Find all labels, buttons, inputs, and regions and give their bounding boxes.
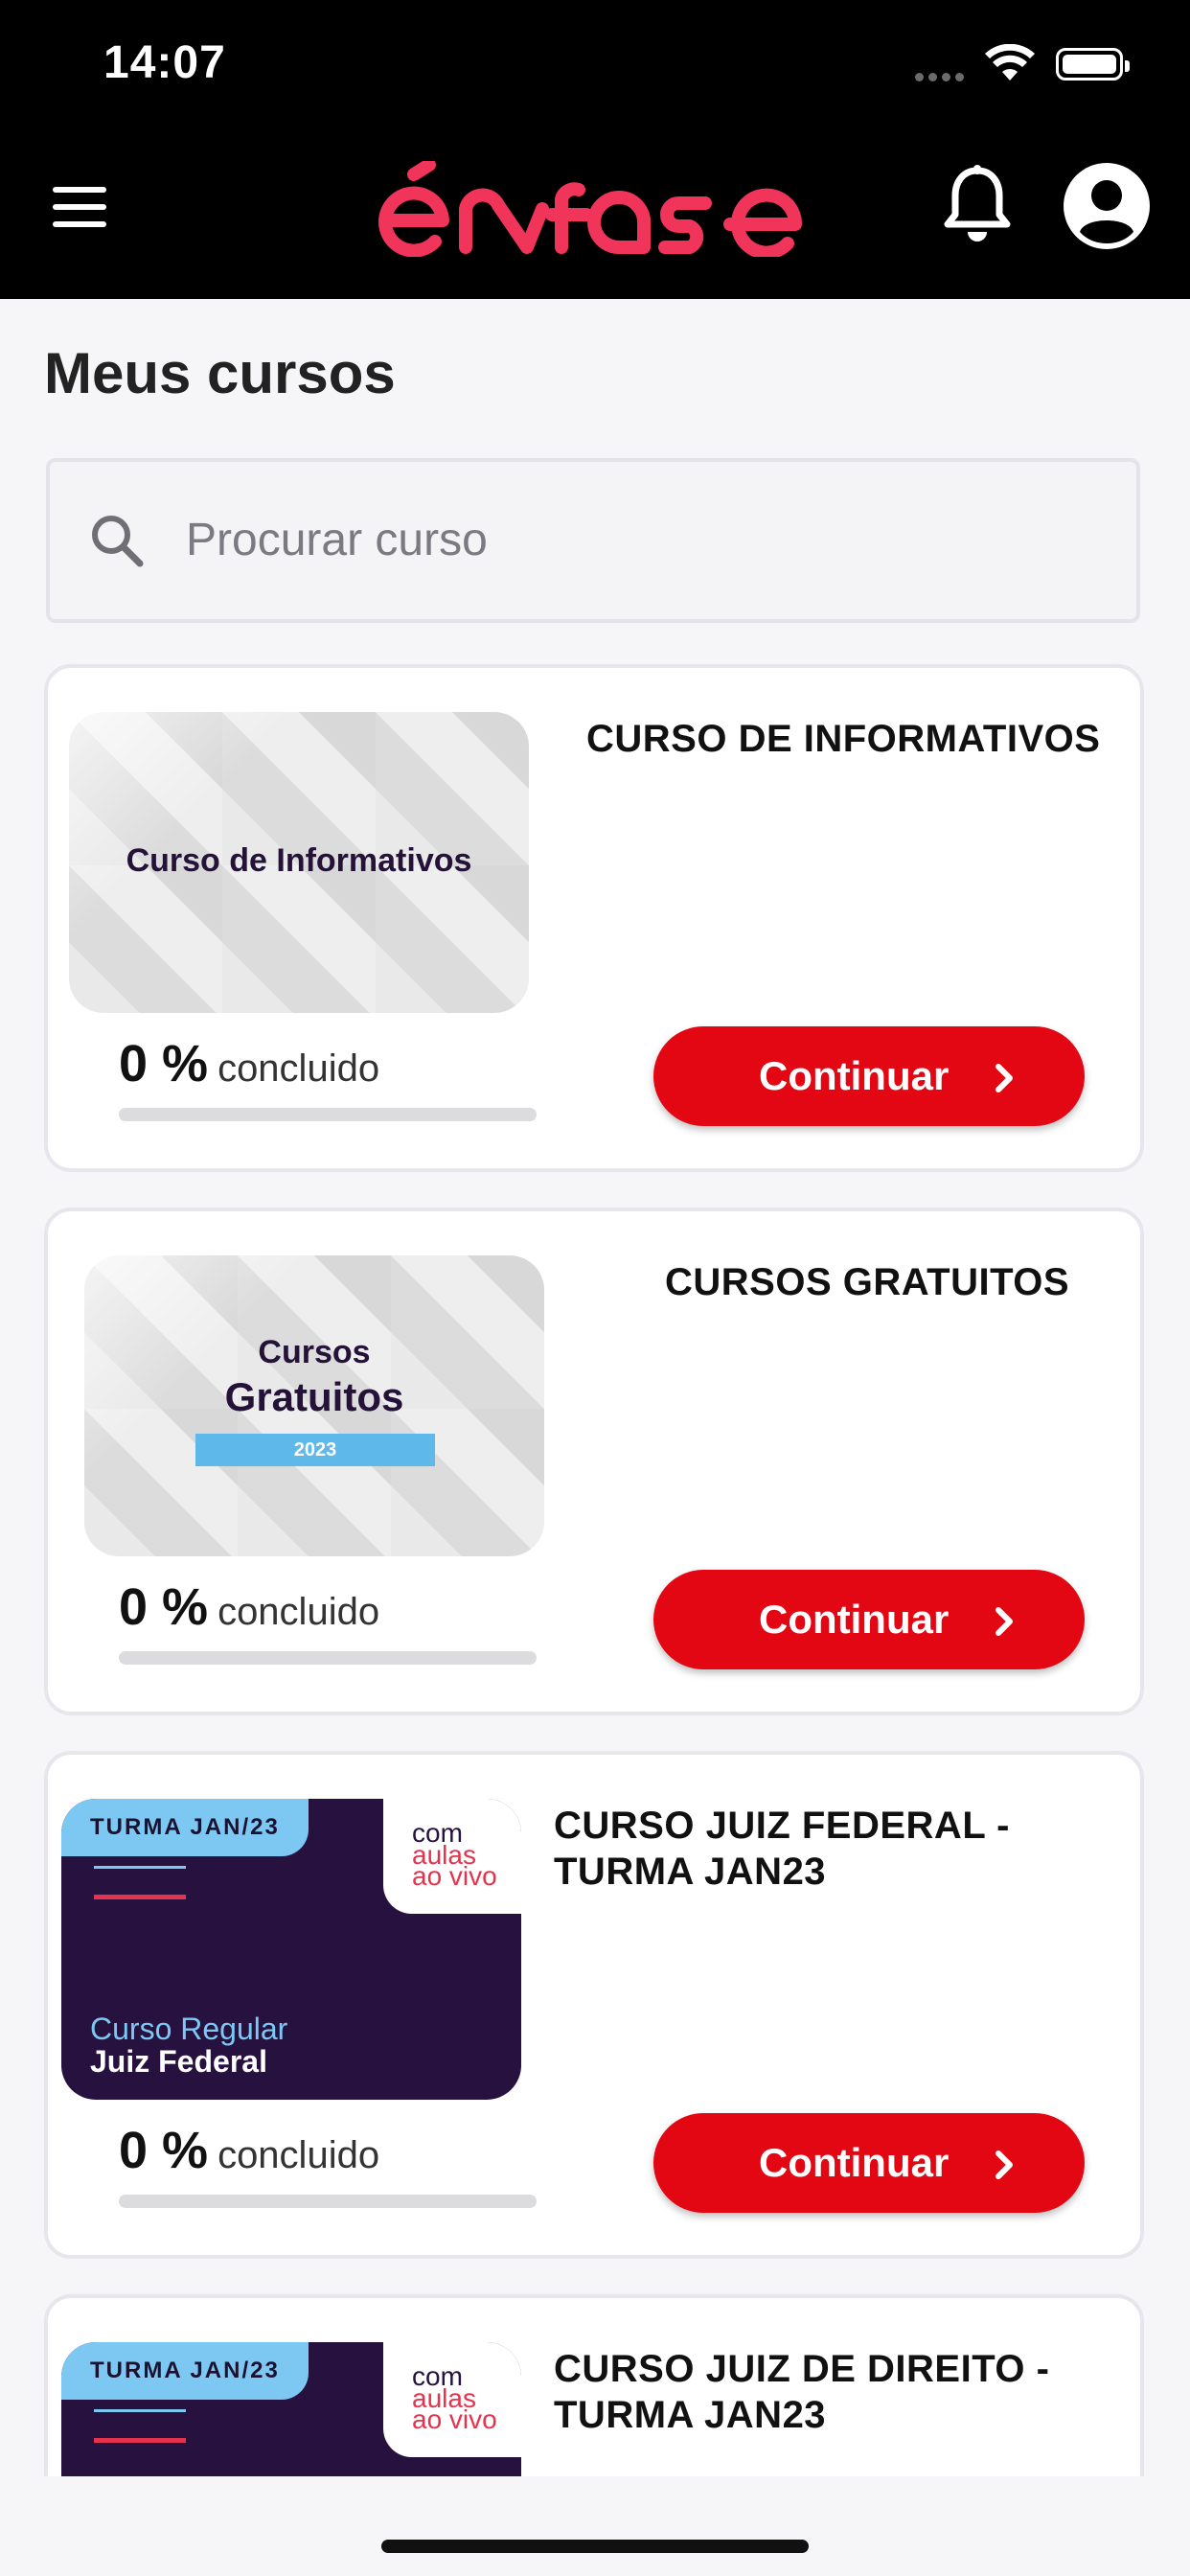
course-title: CURSOS GRATUITOS xyxy=(665,1261,1070,1303)
course-title-line: CURSO JUIZ DE DIREITO - xyxy=(554,2348,1050,2390)
thumbnail-divider xyxy=(94,1895,186,1899)
progress-label: concluido xyxy=(217,1047,380,1090)
progress-bar xyxy=(119,2195,537,2208)
thumbnail-year: 2023 xyxy=(195,1434,435,1466)
course-title: CURSO JUIZ DE DIREITO - TURMA JAN23 xyxy=(554,2346,1049,2438)
course-title: CURSO DE INFORMATIVOS xyxy=(586,718,1101,760)
thumbnail-subtitle: Curso Regular xyxy=(90,2012,288,2046)
course-card[interactable]: TURMA JAN/23 com aulas ao vivo CURSO JUI… xyxy=(44,2294,1144,2476)
course-card[interactable]: Curso de Informativos CURSO DE INFORMATI… xyxy=(44,664,1144,1172)
progress-percent: 0 % concluido xyxy=(119,1034,379,1093)
course-card[interactable]: Cursos Gratuitos 2023 CURSOS GRATUITOS 0… xyxy=(44,1208,1144,1715)
thumbnail-tag: TURMA JAN/23 xyxy=(61,1799,309,1856)
live-badge-text: ao vivo xyxy=(412,1861,497,1891)
progress-label: concluido xyxy=(217,1591,380,1633)
progress-label: concluido xyxy=(217,2134,380,2176)
continue-button[interactable]: Continuar xyxy=(653,1026,1085,1126)
chevron-right-icon xyxy=(995,1064,1013,1092)
user-avatar-icon[interactable] xyxy=(1064,163,1150,249)
hamburger-menu-icon[interactable] xyxy=(53,187,110,229)
page-title: Meus cursos xyxy=(44,341,396,405)
thumbnail-live-badge: com aulas ao vivo xyxy=(383,1799,521,1914)
thumbnail-line2: Gratuitos xyxy=(224,1374,404,1419)
live-badge-text: ao vivo xyxy=(412,2404,497,2434)
search-icon xyxy=(92,516,144,567)
continue-label: Continuar xyxy=(759,1597,950,1642)
course-thumbnail: TURMA JAN/23 com aulas ao vivo xyxy=(61,2342,521,2476)
thumbnail-divider xyxy=(94,2438,186,2443)
thumbnail-tag: TURMA JAN/23 xyxy=(61,2342,309,2400)
progress-value: 0 % xyxy=(119,2122,209,2179)
course-title-line: TURMA JAN23 xyxy=(554,1851,827,1893)
home-indicator[interactable] xyxy=(381,2540,809,2553)
progress-bar xyxy=(119,1651,537,1665)
course-title: CURSO JUIZ FEDERAL - TURMA JAN23 xyxy=(554,1803,1010,1895)
thumbnail-divider xyxy=(94,1866,186,1869)
thumbnail-live-badge: com aulas ao vivo xyxy=(383,2342,521,2457)
progress-value: 0 % xyxy=(119,1035,209,1092)
chevron-right-icon xyxy=(995,2150,1013,2179)
continue-button[interactable]: Continuar xyxy=(653,2113,1085,2213)
course-title-line: CURSO JUIZ FEDERAL - xyxy=(554,1805,1010,1847)
progress-bar xyxy=(119,1108,537,1121)
bottom-safe-area xyxy=(0,2476,1190,2576)
course-title-line: TURMA JAN23 xyxy=(554,2394,827,2436)
course-thumbnail: TURMA JAN/23 com aulas ao vivo Curso Reg… xyxy=(61,1799,521,2100)
course-card[interactable]: TURMA JAN/23 com aulas ao vivo Curso Reg… xyxy=(44,1751,1144,2259)
progress-percent: 0 % concluido xyxy=(119,2121,379,2180)
continue-button[interactable]: Continuar xyxy=(653,1570,1085,1669)
progress-value: 0 % xyxy=(119,1578,209,1636)
cellular-signal-icon xyxy=(915,69,969,86)
chevron-right-icon xyxy=(995,1607,1013,1636)
thumbnail-divider xyxy=(94,2409,186,2412)
thumbnail-line1: Cursos xyxy=(258,1334,371,1370)
search-box[interactable] xyxy=(46,458,1140,623)
status-bar: 14:07 xyxy=(0,0,1190,125)
course-thumbnail: Curso de Informativos xyxy=(69,712,529,1013)
search-input[interactable] xyxy=(184,500,1098,579)
thumbnail-title: Juiz Federal xyxy=(90,2044,267,2079)
continue-label: Continuar xyxy=(759,2140,950,2185)
wifi-icon xyxy=(985,44,1035,80)
status-time: 14:07 xyxy=(103,37,226,88)
continue-label: Continuar xyxy=(759,1053,950,1098)
battery-icon xyxy=(1056,48,1130,80)
enfase-logo xyxy=(378,161,803,257)
bell-icon[interactable] xyxy=(944,165,1011,245)
progress-percent: 0 % concluido xyxy=(119,1577,379,1637)
thumbnail-title: Curso de Informativos xyxy=(126,842,472,879)
course-thumbnail: Cursos Gratuitos 2023 xyxy=(84,1255,544,1556)
